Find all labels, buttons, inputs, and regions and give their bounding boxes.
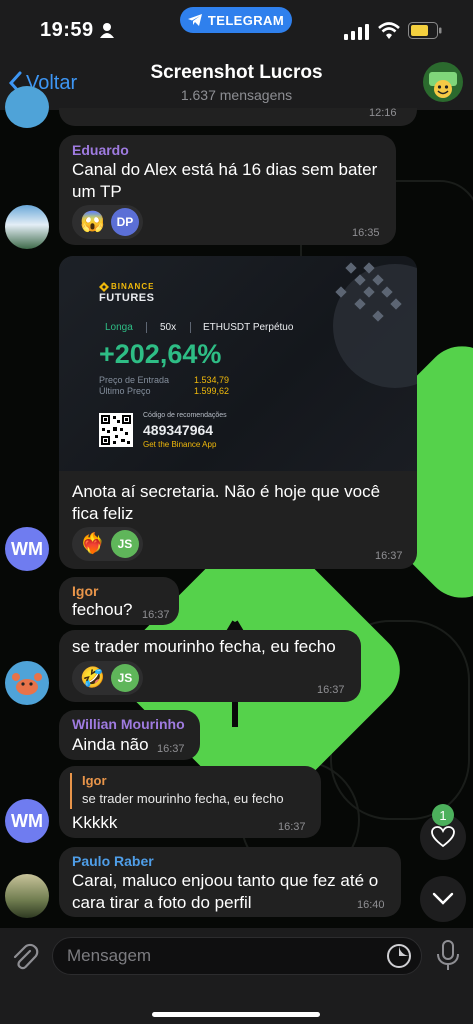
entry-price-label: Preço de Entrada xyxy=(99,375,170,385)
message-text-line: cara tirar a foto do perfil xyxy=(72,893,252,912)
avatar-wm[interactable]: WM xyxy=(5,527,49,571)
crab-icon xyxy=(12,673,42,695)
cellular-signal-icon xyxy=(344,24,369,40)
money-face-icon xyxy=(429,72,457,98)
person-icon xyxy=(100,23,114,38)
reaction-user-avatar: DP xyxy=(110,208,139,236)
message-bubble[interactable]: Igor fechou? 16:37 xyxy=(59,577,179,625)
last-price-value: 1.599,62 xyxy=(194,386,230,396)
reply-quote[interactable]: Igor se trader mourinho fecha, eu fecho xyxy=(70,773,310,809)
sender-name[interactable]: Paulo Raber xyxy=(72,853,154,869)
group-avatar[interactable] xyxy=(423,62,463,102)
reply-text: se trader mourinho fecha, eu fecho xyxy=(82,791,284,806)
leverage: 50x xyxy=(160,322,177,333)
message-text-line: Canal do Alex está há 16 dias sem bater xyxy=(72,160,378,179)
last-price-label: Último Preço xyxy=(99,386,151,396)
sender-name[interactable]: Eduardo xyxy=(72,142,129,158)
referral-cta: Get the Binance App xyxy=(143,440,217,449)
reaction-emoji: 🤣 xyxy=(80,667,105,689)
sender-name[interactable]: Igor xyxy=(72,583,98,599)
heart-icon xyxy=(431,826,455,848)
message-bubble[interactable]: se trader mourinho fecha, eu fecho 🤣 JS … xyxy=(59,630,361,702)
message-time: 16:37 xyxy=(157,743,185,755)
return-to-telegram-pill[interactable]: TELEGRAM xyxy=(180,7,292,33)
pnl-percent: +202,64% xyxy=(99,339,222,369)
reaction-user-avatar: JS xyxy=(110,530,139,558)
message-bubble[interactable]: Eduardo Canal do Alex está há 16 dias se… xyxy=(59,135,396,245)
message-time: 16:37 xyxy=(317,684,345,696)
decorative-pixel-icon xyxy=(333,262,417,388)
position-side: Longa xyxy=(105,322,133,333)
message-text: se trader mourinho fecha, eu fecho xyxy=(72,637,336,656)
message-text-line: Carai, maluco enjoou tanto que fez até o xyxy=(72,871,379,890)
reaction-pill[interactable]: ❤️‍🔥 JS xyxy=(72,527,143,561)
avatar-crab[interactable] xyxy=(5,86,49,128)
message-text-line: fica feliz xyxy=(72,504,134,523)
wifi-icon xyxy=(378,22,400,39)
message-time: 16:35 xyxy=(352,227,380,239)
binance-logo-icon xyxy=(99,282,109,292)
sticker-icon[interactable] xyxy=(386,943,412,969)
avatar-crab[interactable] xyxy=(5,661,49,705)
message-input[interactable] xyxy=(52,937,422,975)
reaction-pill[interactable]: 😱 DP xyxy=(72,205,143,239)
composer-bar xyxy=(0,928,473,1024)
status-time: 19:59 xyxy=(40,19,94,41)
chat-header: Voltar Screenshot Lucros 1.637 mensagens xyxy=(0,56,473,110)
message-bubble-photo[interactable]: BINANCE FUTURES Longa 50x ETHUSDT Perpét… xyxy=(59,256,417,569)
chevron-down-icon xyxy=(432,892,454,905)
telegram-plane-icon xyxy=(187,14,202,26)
entry-price-value: 1.534,79 xyxy=(194,375,230,385)
sender-name[interactable]: Willian Mourinho xyxy=(72,716,185,732)
app-pill-label: TELEGRAM xyxy=(207,12,285,28)
avatar-eduardo[interactable] xyxy=(5,205,49,249)
message-bubble-reply[interactable]: Igor se trader mourinho fecha, eu fecho … xyxy=(59,766,321,838)
message-bubble[interactable]: Willian Mourinho Ainda não 16:37 xyxy=(59,710,200,760)
battery-icon xyxy=(408,22,442,39)
referral-label: Código de recomendações xyxy=(143,412,227,419)
reply-sender: Igor xyxy=(82,773,107,788)
referral-code: 489347964 xyxy=(143,422,214,438)
message-bubble-partial[interactable]: 12:16 xyxy=(59,107,417,126)
message-text: fechou? xyxy=(72,600,133,619)
reaction-user-avatar: JS xyxy=(110,664,139,692)
microphone-icon[interactable] xyxy=(435,940,461,972)
chat-title[interactable]: Screenshot Lucros xyxy=(0,62,473,84)
binance-screenshot[interactable]: BINANCE FUTURES Longa 50x ETHUSDT Perpét… xyxy=(59,256,417,471)
message-time: 16:37 xyxy=(278,821,306,833)
chat-member-count: 1.637 mensagens xyxy=(180,87,293,103)
divider xyxy=(146,322,147,333)
reaction-pill[interactable]: 🤣 JS xyxy=(72,661,143,695)
message-time: 12:16 xyxy=(369,107,397,119)
reaction-emoji: ❤️‍🔥 xyxy=(80,533,105,555)
message-text: Ainda não xyxy=(72,735,149,754)
message-text-line: um TP xyxy=(72,182,122,201)
avatar-paulo[interactable] xyxy=(5,874,49,918)
message-bubble[interactable]: Paulo Raber Carai, maluco enjoou tanto q… xyxy=(59,847,401,917)
reaction-emoji: 😱 xyxy=(80,211,105,233)
message-time: 16:40 xyxy=(357,899,385,911)
divider xyxy=(190,322,191,333)
avatar-wm[interactable]: WM xyxy=(5,799,49,843)
binance-product: FUTURES xyxy=(99,292,155,304)
status-bar: 19:59 TELEGRAM xyxy=(0,0,473,56)
message-time: 16:37 xyxy=(375,550,403,562)
home-indicator[interactable] xyxy=(152,1012,320,1017)
scroll-down-button[interactable] xyxy=(420,876,466,922)
qr-code-icon xyxy=(99,413,133,447)
paperclip-icon[interactable] xyxy=(10,942,40,972)
binance-brand: BINANCE xyxy=(111,282,155,291)
message-time: 16:37 xyxy=(142,609,170,621)
reactions-count-badge: 1 xyxy=(432,804,454,826)
message-text-line: Anota aí secretaria. Não é hoje que você xyxy=(72,482,381,501)
message-text: Kkkkk xyxy=(72,813,118,832)
